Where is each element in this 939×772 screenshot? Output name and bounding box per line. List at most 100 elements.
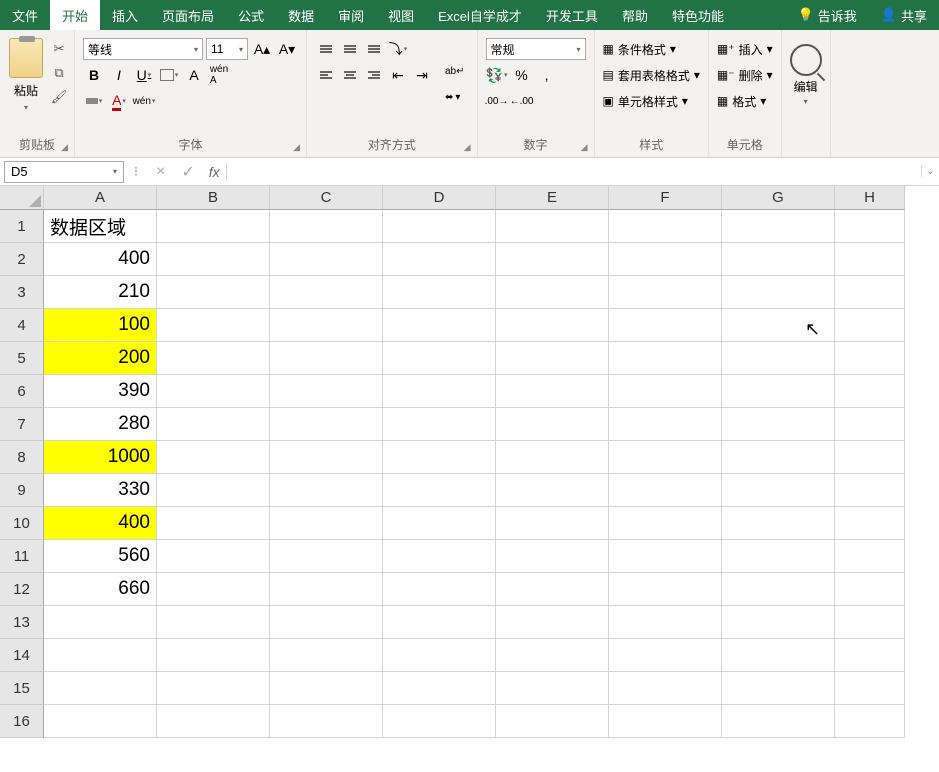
cell[interactable] <box>722 210 835 243</box>
cell[interactable] <box>835 540 905 573</box>
cell[interactable] <box>496 441 609 474</box>
cell[interactable] <box>835 408 905 441</box>
cell[interactable] <box>609 639 722 672</box>
cell[interactable] <box>157 309 270 342</box>
font-size-combo[interactable]: 11▾ <box>206 38 248 60</box>
cell[interactable] <box>157 243 270 276</box>
cell[interactable] <box>609 507 722 540</box>
row-header[interactable]: 2 <box>0 243 44 276</box>
row-header[interactable]: 16 <box>0 705 44 738</box>
tab-review[interactable]: 审阅 <box>326 0 376 30</box>
copy-button[interactable]: ⧉ <box>50 64 68 82</box>
align-top-button[interactable] <box>315 38 337 60</box>
cell[interactable] <box>157 276 270 309</box>
tab-home[interactable]: 开始 <box>50 0 100 30</box>
cell[interactable] <box>383 639 496 672</box>
formula-confirm-button[interactable]: ✓ <box>173 162 202 182</box>
cell[interactable] <box>383 507 496 540</box>
cell[interactable] <box>383 276 496 309</box>
cell[interactable]: 280 <box>44 408 157 441</box>
cell[interactable] <box>496 507 609 540</box>
cell[interactable]: 560 <box>44 540 157 573</box>
cell[interactable]: 400 <box>44 243 157 276</box>
clipboard-dialog-icon[interactable]: ◢ <box>61 142 68 153</box>
column-header[interactable]: A <box>44 186 157 210</box>
tab-data[interactable]: 数据 <box>276 0 326 30</box>
cell[interactable] <box>270 276 383 309</box>
cell-styles-button[interactable]: ▣单元格样式 ▾ <box>603 90 700 112</box>
cell[interactable]: 330 <box>44 474 157 507</box>
cell[interactable] <box>835 606 905 639</box>
cell[interactable] <box>722 243 835 276</box>
cell[interactable] <box>383 540 496 573</box>
cell[interactable] <box>835 639 905 672</box>
conditional-format-button[interactable]: ▦条件格式 ▾ <box>603 38 700 60</box>
cell[interactable] <box>44 639 157 672</box>
fx-icon[interactable]: fx <box>203 164 227 180</box>
cell[interactable] <box>496 375 609 408</box>
cell[interactable] <box>609 210 722 243</box>
cell[interactable] <box>157 441 270 474</box>
cell[interactable] <box>722 705 835 738</box>
cell[interactable] <box>383 210 496 243</box>
orientation-button[interactable]: ⤵▾ <box>387 38 409 60</box>
cell[interactable] <box>44 705 157 738</box>
paste-button[interactable]: 粘贴 ▾ <box>6 34 46 134</box>
cell[interactable] <box>609 375 722 408</box>
format-painter-button[interactable]: 🖌 <box>50 88 68 106</box>
cell[interactable] <box>383 573 496 606</box>
cell[interactable] <box>157 540 270 573</box>
cell[interactable] <box>270 672 383 705</box>
formula-input[interactable] <box>227 161 921 183</box>
cell[interactable] <box>722 639 835 672</box>
cell[interactable] <box>496 276 609 309</box>
row-header[interactable]: 7 <box>0 408 44 441</box>
cell[interactable] <box>722 507 835 540</box>
cell[interactable] <box>270 309 383 342</box>
tab-help[interactable]: 帮助 <box>610 0 660 30</box>
bold-button[interactable]: B <box>83 64 105 86</box>
cell[interactable] <box>835 507 905 540</box>
cell[interactable] <box>157 672 270 705</box>
cell[interactable] <box>835 573 905 606</box>
cell[interactable]: 210 <box>44 276 157 309</box>
cell[interactable]: 390 <box>44 375 157 408</box>
cell[interactable] <box>270 441 383 474</box>
tab-special[interactable]: 特色功能 <box>660 0 736 30</box>
cell[interactable] <box>722 276 835 309</box>
cell[interactable] <box>722 441 835 474</box>
row-header[interactable]: 1 <box>0 210 44 243</box>
cell[interactable] <box>496 342 609 375</box>
wrap-text-button[interactable]: ab↵ <box>441 60 469 82</box>
cell[interactable] <box>496 474 609 507</box>
cell[interactable] <box>157 342 270 375</box>
tab-file[interactable]: 文件 <box>0 0 50 30</box>
cell[interactable] <box>835 210 905 243</box>
font-dialog-icon[interactable]: ◢ <box>293 142 300 153</box>
row-header[interactable]: 6 <box>0 375 44 408</box>
cell[interactable] <box>496 573 609 606</box>
cell[interactable] <box>722 309 835 342</box>
cell[interactable] <box>722 342 835 375</box>
cell[interactable] <box>270 408 383 441</box>
decrease-decimal-button[interactable]: ←.00 <box>511 90 533 112</box>
cell[interactable] <box>383 474 496 507</box>
column-header[interactable]: C <box>270 186 383 210</box>
cell[interactable] <box>835 672 905 705</box>
format-cells-button[interactable]: ▦格式 ▾ <box>717 90 773 112</box>
cell[interactable] <box>157 639 270 672</box>
cell[interactable] <box>383 705 496 738</box>
cell[interactable] <box>722 672 835 705</box>
row-header[interactable]: 13 <box>0 606 44 639</box>
row-header[interactable]: 3 <box>0 276 44 309</box>
cell[interactable] <box>270 606 383 639</box>
align-right-button[interactable] <box>363 64 385 86</box>
cell[interactable] <box>270 705 383 738</box>
cell[interactable] <box>496 540 609 573</box>
number-dialog-icon[interactable]: ◢ <box>581 142 588 153</box>
tell-me[interactable]: 💡 告诉我 <box>786 0 869 30</box>
cell[interactable] <box>496 672 609 705</box>
cell[interactable] <box>609 573 722 606</box>
align-dialog-icon[interactable]: ◢ <box>464 142 471 153</box>
border-button[interactable]: ▾ <box>158 64 180 86</box>
